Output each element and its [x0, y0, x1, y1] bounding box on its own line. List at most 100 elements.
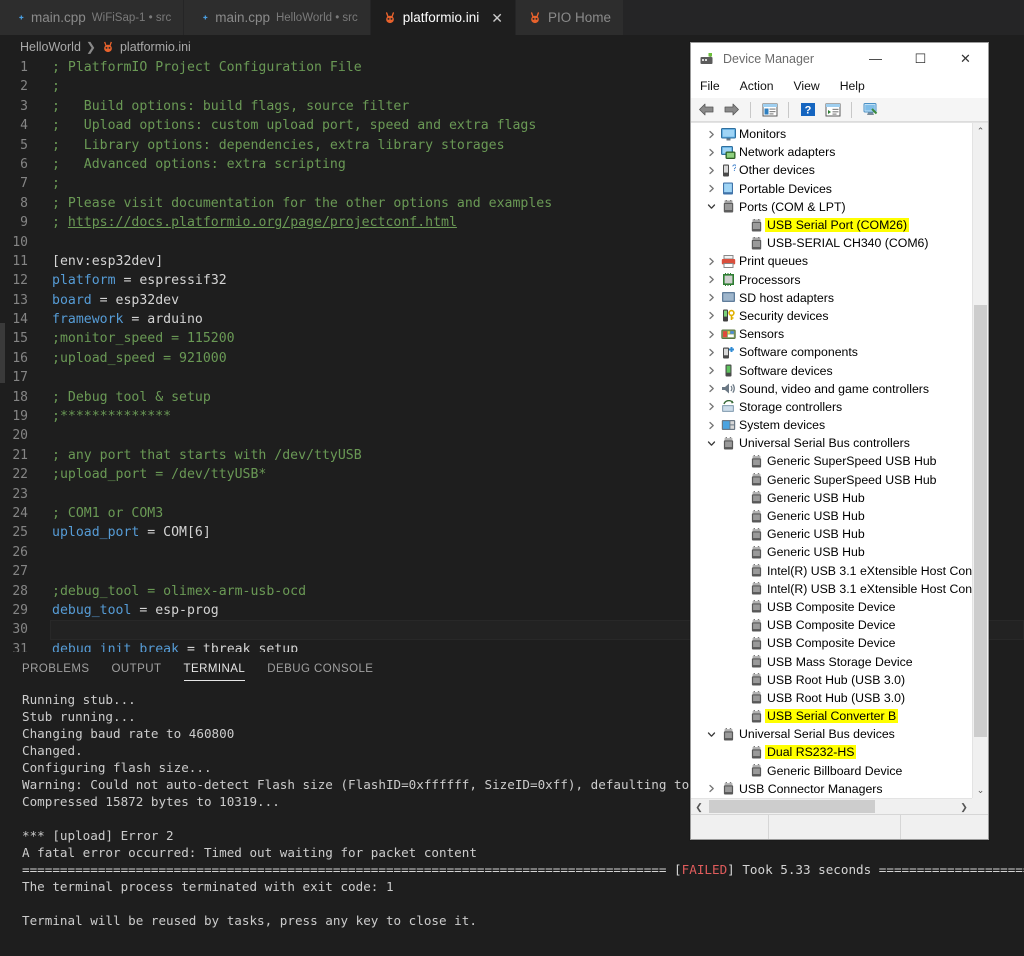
scroll-right-icon[interactable]: ❯: [956, 799, 972, 814]
chevron-right-icon[interactable]: [703, 166, 719, 175]
properties-icon[interactable]: [760, 101, 779, 119]
maximize-button[interactable]: ☐: [898, 43, 943, 74]
minimize-button[interactable]: —: [853, 43, 898, 74]
editor-tab-4[interactable]: PIO Home: [516, 0, 625, 35]
editor-tab-2[interactable]: main.cpp HelloWorld • src: [184, 0, 371, 35]
device-tree-item[interactable]: USB Connector Managers: [691, 780, 972, 798]
toolbar-separator: [750, 101, 751, 118]
panel-tab-output[interactable]: OUTPUT: [112, 656, 162, 681]
chevron-right-icon[interactable]: [703, 311, 719, 320]
device-tree-item[interactable]: Network adapters: [691, 143, 972, 161]
device-tree-item[interactable]: Sound, video and game controllers: [691, 380, 972, 398]
chevron-right-icon[interactable]: [703, 257, 719, 266]
device-tree-item[interactable]: USB Mass Storage Device: [691, 652, 972, 670]
device-tree-item[interactable]: Processors: [691, 271, 972, 289]
device-tree-item[interactable]: Generic Billboard Device: [691, 762, 972, 780]
device-tree-item[interactable]: Ports (COM & LPT): [691, 198, 972, 216]
help-icon[interactable]: ?: [798, 101, 817, 119]
chevron-right-icon[interactable]: [703, 275, 719, 284]
device-tree-container[interactable]: Monitors Network adapters?Other devices Po…: [691, 122, 988, 814]
forward-arrow-icon[interactable]: [722, 101, 741, 119]
device-tree-item[interactable]: USB Root Hub (USB 3.0): [691, 689, 972, 707]
chevron-right-icon[interactable]: [703, 384, 719, 393]
panel-tab-problems[interactable]: PROBLEMS: [22, 656, 90, 681]
show-hidden-devices-icon[interactable]: [861, 101, 880, 119]
code-token: ; Debug tool & setup: [52, 389, 211, 405]
device-tree-item[interactable]: Generic USB Hub: [691, 525, 972, 543]
chevron-right-icon[interactable]: [703, 184, 719, 193]
device-tree-item[interactable]: USB-SERIAL CH340 (COM6): [691, 234, 972, 252]
scroll-down-icon[interactable]: ⌄: [973, 782, 988, 798]
chevron-right-icon[interactable]: [703, 148, 719, 157]
device-tree-item[interactable]: Monitors: [691, 125, 972, 143]
device-manager-title-bar[interactable]: Device Manager — ☐ ✕: [691, 43, 988, 74]
vertical-scroll-thumb[interactable]: [974, 305, 987, 737]
device-tree-item[interactable]: Generic USB Hub: [691, 543, 972, 561]
device-tree-item[interactable]: Software devices: [691, 361, 972, 379]
device-tree-item[interactable]: USB Serial Converter B: [691, 707, 972, 725]
device-tree-item[interactable]: Portable Devices: [691, 180, 972, 198]
tree-vertical-scrollbar[interactable]: ⌃ ⌄: [972, 123, 988, 798]
breadcrumb-root[interactable]: HelloWorld: [20, 40, 81, 54]
chevron-right-icon[interactable]: [703, 784, 719, 793]
terminal-scrollbar[interactable]: [1014, 685, 1024, 956]
device-tree-item[interactable]: USB Composite Device: [691, 616, 972, 634]
close-button[interactable]: ✕: [943, 43, 988, 74]
device-tree-item[interactable]: Intel(R) USB 3.1 eXtensible Host Contr: [691, 562, 972, 580]
chevron-right-icon[interactable]: [703, 293, 719, 302]
device-tree-item[interactable]: USB Serial Port (COM26): [691, 216, 972, 234]
device-tree-item[interactable]: USB Composite Device: [691, 634, 972, 652]
menu-view[interactable]: View: [794, 79, 820, 93]
device-tree-item[interactable]: Intel(R) USB 3.1 eXtensible Host Contr: [691, 580, 972, 598]
code-token: COM[6]: [163, 525, 211, 541]
device-tree-item[interactable]: Universal Serial Bus devices: [691, 725, 972, 743]
chevron-down-icon[interactable]: [703, 439, 719, 448]
device-tree-item[interactable]: Software components: [691, 343, 972, 361]
tab-close-icon[interactable]: ✕: [491, 11, 503, 25]
chevron-right-icon[interactable]: [703, 348, 719, 357]
breadcrumb-file[interactable]: platformio.ini: [120, 40, 191, 54]
device-tree-item[interactable]: Generic SuperSpeed USB Hub: [691, 471, 972, 489]
device-tree-item[interactable]: Universal Serial Bus controllers: [691, 434, 972, 452]
device-tree-item[interactable]: ?Other devices: [691, 161, 972, 179]
code-link[interactable]: https://docs.platformio.org/page/project…: [68, 215, 457, 230]
chevron-down-icon[interactable]: [703, 202, 719, 211]
chevron-right-icon[interactable]: [703, 421, 719, 430]
device-tree-item[interactable]: Sensors: [691, 325, 972, 343]
chevron-right-icon[interactable]: [703, 402, 719, 411]
menu-file[interactable]: File: [700, 79, 720, 93]
device-tree-item[interactable]: USB Root Hub (USB 3.0): [691, 671, 972, 689]
device-tree-item[interactable]: Print queues: [691, 252, 972, 270]
chevron-right-icon[interactable]: [703, 330, 719, 339]
editor-tab-1[interactable]: main.cpp WiFiSap-1 • src: [0, 0, 185, 35]
device-manager-window[interactable]: Device Manager — ☐ ✕ File Action View Help …: [690, 42, 989, 840]
device-tree-item[interactable]: Generic USB Hub: [691, 489, 972, 507]
device-tree-item[interactable]: System devices: [691, 416, 972, 434]
scroll-up-icon[interactable]: ⌃: [973, 123, 988, 139]
device-tree-item[interactable]: USB Composite Device: [691, 598, 972, 616]
device-tree[interactable]: Monitors Network adapters?Other devices Po…: [691, 123, 972, 798]
chevron-right-icon[interactable]: [703, 366, 719, 375]
chevron-down-icon[interactable]: [703, 730, 719, 739]
panel-tab-terminal[interactable]: TERMINAL: [183, 656, 246, 681]
device-tree-item[interactable]: Security devices: [691, 307, 972, 325]
usb-icon: [719, 782, 737, 795]
device-tree-item[interactable]: Dual RS232-HS: [691, 743, 972, 761]
horizontal-scroll-thumb[interactable]: [709, 800, 875, 813]
back-arrow-icon[interactable]: [697, 101, 716, 119]
line-number: 26: [12, 544, 28, 560]
tree-horizontal-scrollbar[interactable]: ❮ ❯: [691, 798, 972, 814]
menu-help[interactable]: Help: [840, 79, 865, 93]
line-number: 27: [12, 564, 28, 580]
scan-icon[interactable]: [823, 101, 842, 119]
chevron-right-icon[interactable]: [703, 130, 719, 139]
scroll-left-icon[interactable]: ❮: [691, 799, 707, 814]
device-tree-item[interactable]: Generic USB Hub: [691, 507, 972, 525]
panel-tab-debug-console[interactable]: DEBUG CONSOLE: [267, 656, 373, 681]
device-tree-label: System devices: [739, 418, 826, 433]
editor-tab-3[interactable]: platformio.ini ✕: [370, 0, 517, 35]
device-tree-item[interactable]: SD host adapters: [691, 289, 972, 307]
device-tree-item[interactable]: Storage controllers: [691, 398, 972, 416]
device-tree-item[interactable]: Generic SuperSpeed USB Hub: [691, 452, 972, 470]
menu-action[interactable]: Action: [740, 79, 774, 93]
